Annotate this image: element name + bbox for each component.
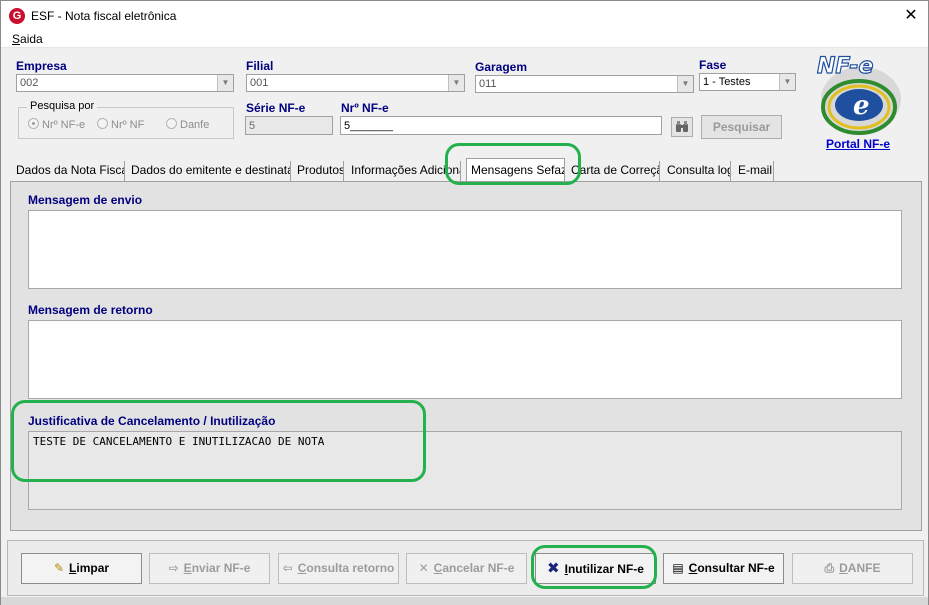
garagem-label: Garagem xyxy=(475,60,528,74)
mensagem-retorno-label: Mensagem de retorno xyxy=(28,303,153,317)
empresa-label: Empresa xyxy=(16,59,67,73)
radio-icon xyxy=(166,118,177,129)
mensagem-envio-label: Mensagem de envio xyxy=(28,193,143,207)
filial-value: 001 xyxy=(250,77,269,89)
filial-select[interactable]: 001 ▼ xyxy=(246,74,465,92)
broom-icon: ✎ xyxy=(53,561,65,575)
chevron-down-icon[interactable]: ▼ xyxy=(448,75,464,91)
chevron-down-icon[interactable]: ▼ xyxy=(217,75,233,91)
empresa-select[interactable]: 002 ▼ xyxy=(16,74,234,92)
consulta-retorno-button[interactable]: ⇦ Consulta retorno xyxy=(278,553,399,584)
serie-label: Série NF-e xyxy=(246,101,306,115)
close-button[interactable]: ✕ xyxy=(901,6,921,26)
radio-danfe-label: Danfe xyxy=(180,119,210,131)
chevron-down-icon[interactable]: ▼ xyxy=(779,74,795,90)
binoculars-svg xyxy=(676,121,688,132)
logo-text: NF-e xyxy=(817,54,873,79)
garagem-value: 011 xyxy=(479,78,497,90)
mensagem-retorno-field[interactable] xyxy=(28,320,902,399)
limpar-label: impar xyxy=(76,561,110,575)
menu-saida-label: aida xyxy=(20,32,43,46)
app-logo-icon: G xyxy=(9,8,25,24)
fase-select[interactable]: 1 - Testes ▼ xyxy=(699,73,796,91)
window-title: ESF - Nota fiscal eletrônica xyxy=(31,9,177,23)
empresa-value: 002 xyxy=(20,77,39,89)
nr-nfe-label: Nrº NF-e xyxy=(341,101,389,115)
nfe-logo-svg: e NF-e xyxy=(816,53,901,135)
fase-value: 1 - Testes xyxy=(703,76,751,88)
inutilizar-label: nutilizar NF-e xyxy=(567,562,644,576)
retorno-icon: ⇦ xyxy=(282,561,293,575)
menu-bar: Saida xyxy=(1,31,928,48)
chevron-down-icon[interactable]: ▼ xyxy=(677,76,693,92)
tab-dados-nota-fiscal[interactable]: Dados da Nota Fiscal xyxy=(12,161,125,181)
radio-danfe[interactable]: Danfe xyxy=(166,118,209,131)
filial-label: Filial xyxy=(246,59,274,73)
menu-item-saida[interactable]: Saida xyxy=(12,32,43,46)
cancel-icon: ✕ xyxy=(418,561,429,575)
portal-nfe-link[interactable]: Portal NF-e xyxy=(826,137,890,151)
tab-consulta-log[interactable]: Consulta log xyxy=(663,161,731,181)
binoculars-icon[interactable] xyxy=(671,117,693,137)
enviar-mnemonic: E xyxy=(183,561,192,575)
radio-icon xyxy=(97,118,108,129)
consultar-nfe-button[interactable]: ▤ Consultar NF-e xyxy=(663,553,784,584)
justificativa-label: Justificativa de Cancelamento / Inutiliz… xyxy=(28,414,276,428)
search-document-icon: ▤ xyxy=(672,561,684,575)
radio-selected-icon xyxy=(28,118,39,129)
tab-informacoes-adicionais[interactable]: Informações Adicionais xyxy=(347,161,461,181)
danfe-button[interactable]: ⎙ DANFE xyxy=(792,553,913,584)
limpar-button[interactable]: ✎ Limpar xyxy=(21,553,142,584)
consultar-label: onsultar NF-e xyxy=(697,561,775,575)
consulta-retorno-label: onsulta retorno xyxy=(306,561,395,575)
garagem-select[interactable]: 011 ▼ xyxy=(475,75,694,93)
send-icon: ⇨ xyxy=(168,561,179,575)
justificativa-field[interactable]: TESTE DE CANCELAMENTO E INUTILIZACAO DE … xyxy=(28,431,902,510)
tab-mensagens-sefaz[interactable]: Mensagens Sefaz xyxy=(466,158,565,181)
nr-nfe-field[interactable]: 5_______ xyxy=(340,116,662,135)
cancelar-label: ancelar NF-e xyxy=(442,561,515,575)
mensagens-sefaz-panel: Mensagem de envio Mensagem de retorno Ju… xyxy=(10,181,922,531)
radio-nr-nf-label: Nrº NF xyxy=(111,119,145,131)
tab-produtos[interactable]: Produtos xyxy=(293,161,344,181)
radio-nr-nf[interactable]: Nrº NF xyxy=(97,118,144,131)
menu-saida-mnemonic: S xyxy=(12,32,21,46)
main-window: G ESF - Nota fiscal eletrônica ✕ Saida E… xyxy=(0,0,929,605)
nfe-logo: e NF-e xyxy=(809,47,913,135)
enviar-nfe-button[interactable]: ⇨ Enviar NF-e xyxy=(149,553,270,584)
radio-nr-nfe[interactable]: Nrº NF-e xyxy=(28,118,85,131)
pesquisa-label: Pesquisa por xyxy=(27,100,98,112)
title-bar[interactable]: G ESF - Nota fiscal eletrônica ✕ xyxy=(1,1,928,31)
tab-email[interactable]: E-mail xyxy=(734,161,774,181)
mensagem-envio-field[interactable] xyxy=(28,210,902,289)
tab-carta-correcao[interactable]: Carta de Correção xyxy=(567,161,660,181)
printer-icon: ⎙ xyxy=(824,561,835,575)
danfe-label: ANFE xyxy=(847,561,881,575)
x-mark-icon: ✖ xyxy=(547,560,560,577)
svg-text:e: e xyxy=(853,91,870,121)
pesquisar-button[interactable]: Pesquisar xyxy=(701,115,782,139)
serie-field[interactable]: 5 xyxy=(245,116,333,135)
tab-strip: Dados da Nota Fiscal Dados do emitente e… xyxy=(1,158,928,181)
tab-dados-emitente[interactable]: Dados do emitente e destinatário xyxy=(127,161,291,181)
inutilizar-nfe-button[interactable]: ✖ Inutilizar NF-e xyxy=(535,553,656,584)
cancelar-nfe-button[interactable]: ✕ Cancelar NF-e xyxy=(406,553,527,584)
danfe-mnemonic: D xyxy=(839,561,848,575)
fase-label: Fase xyxy=(699,58,727,72)
status-strip xyxy=(1,597,928,605)
enviar-label: nviar NF-e xyxy=(191,561,251,575)
radio-nr-nfe-label: Nrº NF-e xyxy=(42,119,86,131)
justificativa-text: TESTE DE CANCELAMENTO E INUTILIZACAO DE … xyxy=(33,435,325,448)
